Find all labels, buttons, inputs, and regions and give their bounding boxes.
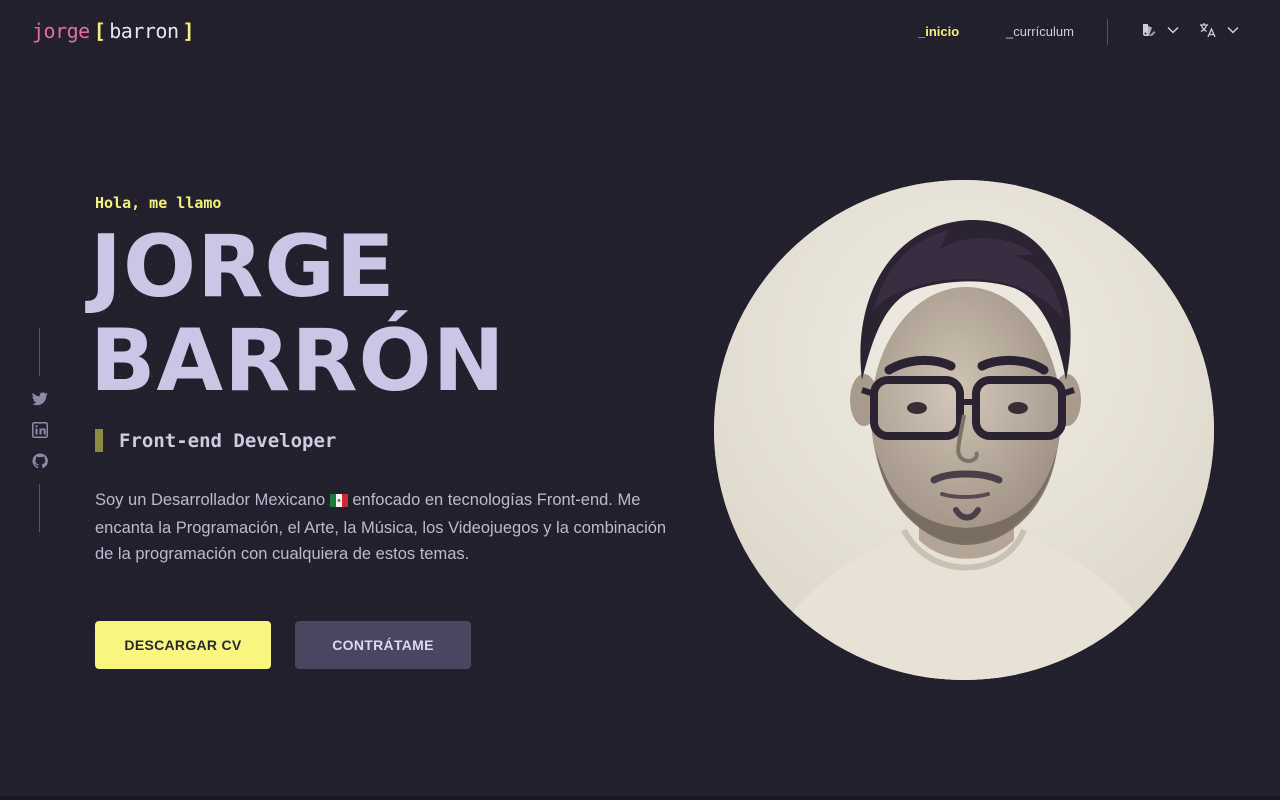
github-icon[interactable] (30, 451, 50, 471)
site-header: jorge [ barron ] _inicio _currículum (0, 0, 1280, 64)
theme-palette-icon (1141, 22, 1157, 38)
social-divider-top (39, 328, 40, 376)
logo-last-name: barron (109, 19, 179, 43)
download-cv-button[interactable]: DESCARGAR CV (95, 621, 271, 669)
logo-first-name: jorge (32, 19, 90, 43)
hero-role: Front-end Developer (95, 429, 336, 452)
role-accent-bar (95, 429, 103, 452)
role-title: Front-end Developer (119, 429, 337, 452)
hero-bio: Soy un Desarrollador Mexicano enfocado e… (95, 487, 685, 567)
hero-name-first: JORGE (90, 217, 396, 317)
logo-open-bracket: [ (93, 19, 106, 43)
hero-name: JORGE BARRÓN (90, 220, 506, 408)
social-sidebar (30, 328, 50, 532)
mexico-flag-icon (329, 489, 348, 515)
profile-photo (714, 180, 1214, 680)
hero-greeting: Hola, me llamo (95, 194, 222, 212)
logo-close-bracket: ] (182, 19, 195, 43)
hire-me-button[interactable]: CONTRÁTAME (295, 621, 471, 669)
chevron-down-icon (1227, 26, 1239, 34)
site-logo[interactable]: jorge [ barron ] (32, 19, 198, 43)
twitter-icon[interactable] (30, 389, 50, 409)
nav-divider (1107, 19, 1108, 45)
linkedin-icon[interactable] (30, 420, 50, 440)
nav-link-curriculum[interactable]: _currículum (1006, 24, 1074, 39)
translate-icon (1199, 22, 1217, 38)
theme-dropdown[interactable] (1141, 22, 1179, 38)
hero-name-last: BARRÓN (90, 311, 506, 411)
nav-link-home[interactable]: _inicio (918, 24, 959, 39)
language-dropdown[interactable] (1199, 22, 1239, 38)
chevron-down-icon (1167, 26, 1179, 34)
bio-text-start: Soy un Desarrollador Mexicano (95, 491, 330, 509)
social-divider-bottom (39, 484, 40, 532)
page-bottom-border (0, 796, 1280, 800)
